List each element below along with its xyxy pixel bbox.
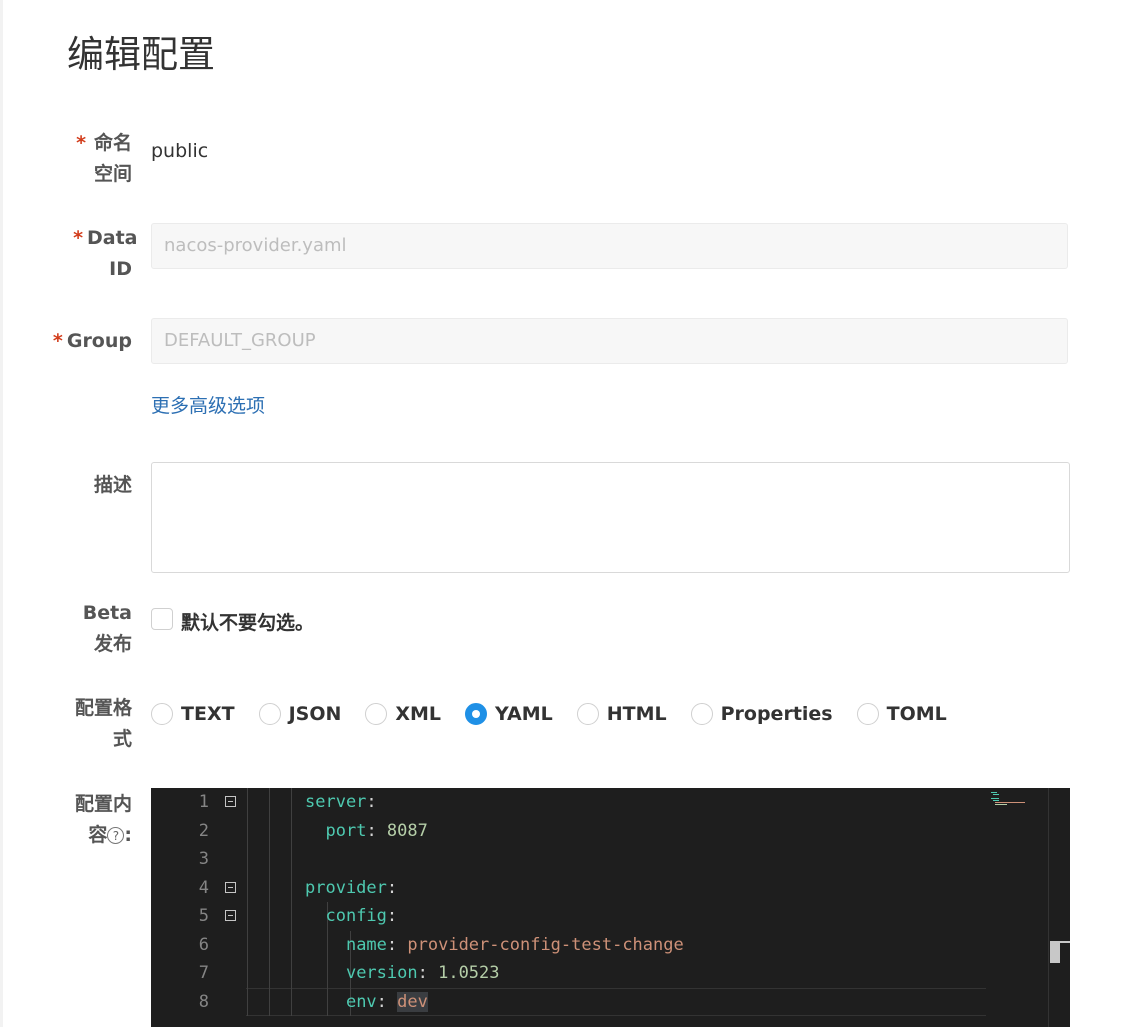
code-line: env: dev: [345, 992, 428, 1012]
code-line: version: 1.0523: [345, 963, 500, 983]
format-option-html[interactable]: HTML: [576, 703, 667, 725]
fold-toggle-icon[interactable]: [225, 882, 236, 893]
line-number: 1: [198, 792, 209, 812]
yaml-key: config: [325, 906, 387, 926]
group-input[interactable]: DEFAULT_GROUP: [151, 318, 1068, 364]
required-mark: *: [76, 132, 86, 154]
line-number: 6: [198, 935, 209, 955]
page-left-border: [0, 0, 3, 1027]
radio-label: HTML: [606, 703, 667, 725]
question-circle-icon[interactable]: ?: [107, 827, 125, 844]
format-radio-group: TEXT JSON XML YAML HTML Properties TOML: [151, 703, 971, 725]
radio-label: Properties: [720, 703, 833, 725]
format-option-toml[interactable]: TOML: [856, 703, 947, 725]
code-line: config:: [325, 906, 398, 926]
editor-scrollbar-marker: [1060, 941, 1070, 943]
radio-circle-selected[interactable]: [465, 703, 488, 725]
code-line: provider:: [305, 878, 398, 898]
format-option-properties[interactable]: Properties: [690, 703, 833, 725]
radio-label: JSON: [288, 703, 342, 725]
line-number: 2: [198, 821, 209, 841]
radio-label: YAML: [495, 703, 553, 725]
yaml-number: 1.0523: [438, 963, 500, 983]
required-mark: *: [73, 227, 83, 249]
yaml-key: provider: [305, 878, 387, 898]
radio-circle[interactable]: [365, 703, 388, 725]
format-label: 配置格式: [66, 693, 132, 755]
yaml-string: provider-config-test-change: [407, 935, 684, 955]
code-line: server:: [305, 792, 377, 812]
data-id-label: * Data ID: [73, 223, 138, 285]
fold-toggle-icon[interactable]: [225, 796, 236, 807]
editor-gutter: 1 2 3 4 5 6 7 8: [151, 788, 243, 1027]
code-line: name: provider-config-test-change: [345, 935, 684, 955]
yaml-string: dev: [397, 992, 428, 1012]
format-option-text[interactable]: TEXT: [151, 703, 235, 725]
line-number: 8: [198, 992, 209, 1012]
indent-guide: [291, 788, 292, 1016]
editor-vertical-ruler: [1048, 788, 1049, 1027]
line-number: 5: [198, 906, 209, 926]
radio-circle[interactable]: [856, 703, 879, 725]
content-label-colon: :: [124, 824, 132, 846]
yaml-number: 8087: [386, 821, 428, 841]
line-number: 3: [198, 849, 209, 869]
editor-minimap[interactable]: [991, 792, 1031, 806]
more-advanced-options-link[interactable]: 更多高级选项: [151, 391, 265, 418]
format-option-xml[interactable]: XML: [365, 703, 441, 725]
radio-circle[interactable]: [690, 703, 713, 725]
group-label: * Group: [53, 326, 132, 357]
beta-checkbox[interactable]: [151, 608, 173, 630]
format-option-json[interactable]: JSON: [258, 703, 342, 725]
yaml-key: version: [345, 963, 418, 983]
namespace-label: * 命名空间: [76, 128, 132, 190]
page-title: 编辑配置: [67, 33, 215, 76]
format-option-yaml[interactable]: YAML: [465, 703, 553, 725]
description-label: 描述: [93, 474, 132, 496]
radio-circle[interactable]: [258, 703, 281, 725]
group-label-text: Group: [66, 330, 132, 352]
radio-circle[interactable]: [576, 703, 599, 725]
format-label-text: 配置格式: [74, 697, 132, 750]
yaml-key: port: [325, 821, 367, 841]
data-id-label-text: Data ID: [87, 227, 138, 280]
description-textarea[interactable]: [151, 462, 1070, 573]
required-mark: *: [52, 330, 63, 352]
code-line: port: 8087: [325, 821, 428, 841]
editor-scrollbar-thumb[interactable]: [1050, 941, 1060, 963]
radio-label: XML: [395, 703, 442, 725]
radio-circle[interactable]: [151, 703, 173, 725]
line-number: 4: [198, 878, 209, 898]
content-label: 配置内容?:: [66, 789, 132, 851]
namespace-value: public: [151, 140, 209, 162]
namespace-label-text: 命名空间: [93, 132, 132, 185]
beta-label-text: Beta发布: [82, 602, 132, 655]
beta-checkbox-label: 默认不要勾选。: [181, 612, 315, 634]
code-editor[interactable]: 1 2 3 4 5 6 7 8 server: port: 8087 provi…: [151, 788, 1070, 1027]
line-number: 7: [198, 963, 209, 983]
yaml-key: env: [345, 992, 377, 1012]
beta-label: Beta发布: [66, 598, 132, 660]
data-id-input[interactable]: nacos-provider.yaml: [151, 223, 1068, 269]
indent-guide: [269, 788, 270, 1016]
radio-label: TOML: [886, 703, 947, 725]
radio-label: TEXT: [181, 703, 235, 725]
yaml-key: server: [305, 792, 367, 812]
fold-toggle-icon[interactable]: [225, 910, 236, 921]
yaml-key: name: [345, 935, 387, 955]
indent-guide: [247, 788, 248, 1016]
